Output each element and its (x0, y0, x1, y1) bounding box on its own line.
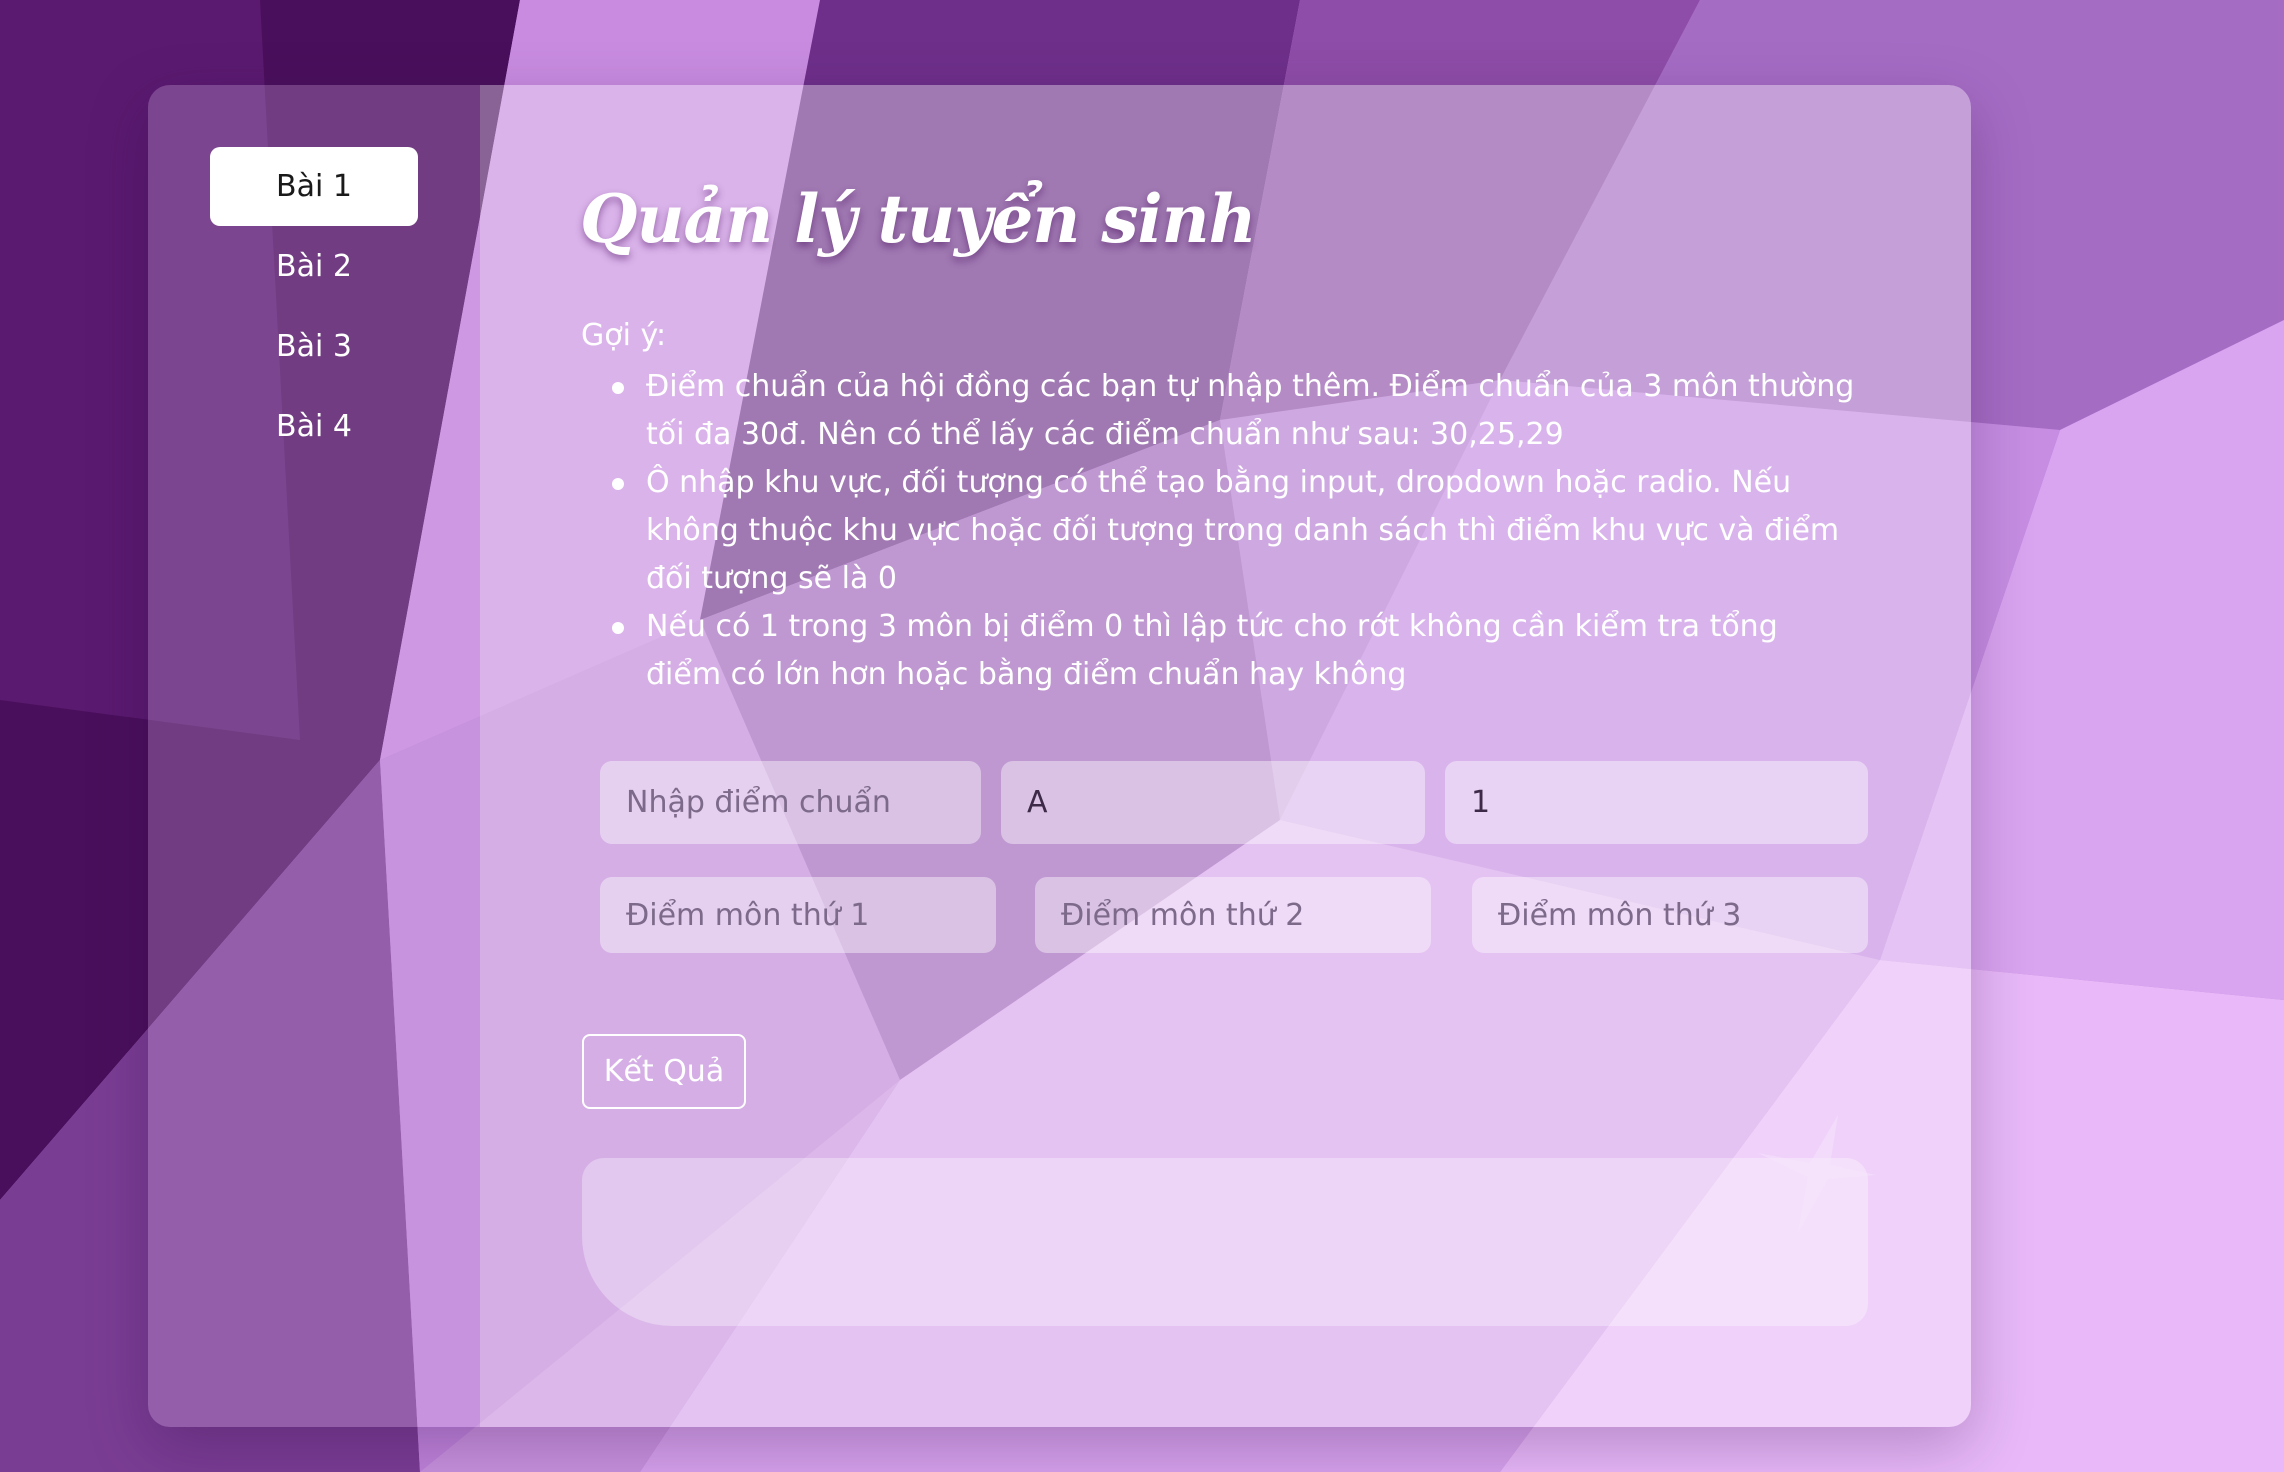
subject-1-score-input[interactable] (600, 877, 996, 953)
sidebar-item-bai-1[interactable]: Bài 1 (210, 147, 418, 226)
hint-list: Điểm chuẩn của hội đồng các bạn tự nhập … (612, 363, 1856, 699)
result-button[interactable]: Kết Quả (582, 1034, 746, 1109)
hint-item: Ô nhập khu vực, đối tượng có thể tạo bằn… (612, 459, 1856, 603)
hint-item: Điểm chuẩn của hội đồng các bạn tự nhập … (612, 363, 1856, 459)
benchmark-score-input[interactable] (600, 761, 981, 844)
subject-3-score-input[interactable] (1472, 877, 1868, 953)
page-title: Quản lý tuyển sinh (580, 180, 1257, 258)
region-input[interactable] (1001, 761, 1425, 844)
sidebar: Bài 1 Bài 2 Bài 3 Bài 4 (148, 85, 480, 1427)
subject-2-score-input[interactable] (1035, 877, 1431, 953)
main-panel: Quản lý tuyển sinh Gợi ý: Điểm chuẩn của… (480, 85, 1971, 1427)
subject-group-input[interactable] (1445, 761, 1868, 844)
sidebar-item-label: Bài 4 (276, 409, 352, 444)
sidebar-item-bai-3[interactable]: Bài 3 (210, 307, 418, 386)
hint-label: Gợi ý: (581, 318, 667, 353)
sparkle-star-icon (1758, 1115, 1876, 1233)
result-output (582, 1158, 1868, 1326)
app-window: Bài 1 Bài 2 Bài 3 Bài 4 Quản lý tuyển si… (148, 85, 1971, 1427)
sidebar-item-label: Bài 3 (276, 329, 352, 364)
sidebar-item-bai-2[interactable]: Bài 2 (210, 227, 418, 306)
hint-item: Nếu có 1 trong 3 môn bị điểm 0 thì lập t… (612, 603, 1856, 699)
sidebar-item-label: Bài 2 (276, 249, 352, 284)
sidebar-item-label: Bài 1 (276, 169, 352, 204)
sidebar-item-bai-4[interactable]: Bài 4 (210, 387, 418, 466)
